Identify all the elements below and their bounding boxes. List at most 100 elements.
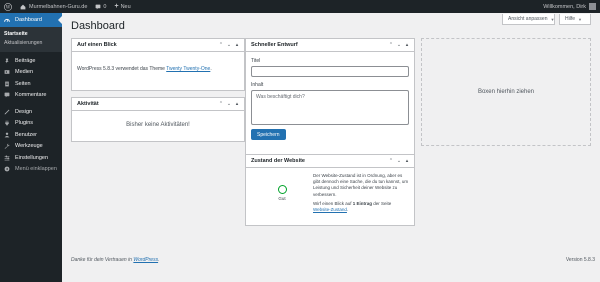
user-icon — [4, 132, 10, 138]
chevron-down-icon: ▼ — [578, 16, 582, 22]
widget-body: WordPress 5.8.3 verwendet das Theme Twen… — [72, 52, 244, 78]
plus-icon: + — [114, 3, 119, 10]
save-draft-button[interactable]: Speichern — [251, 129, 286, 140]
move-up-icon[interactable]: ⌃ — [217, 42, 225, 48]
dashboard-icon — [4, 17, 10, 23]
sidebar-item-beitraege[interactable]: Beiträge — [0, 55, 62, 67]
site-name-link[interactable]: Murmelbahnen-Guru.de — [16, 0, 91, 13]
move-down-icon[interactable]: ⌄ — [225, 101, 233, 107]
help-label: Hilfe — [565, 16, 576, 22]
sidebar-item-seiten[interactable]: Seiten — [0, 78, 62, 90]
widget-title: Auf einen Blick — [77, 42, 117, 48]
comment-icon — [95, 4, 101, 10]
content-textarea[interactable]: Was beschäftigt dich? — [251, 90, 409, 125]
avatar — [589, 3, 596, 10]
title-input[interactable] — [251, 66, 409, 77]
admin-bar: W Murmelbahnen-Guru.de 0 + Neu Willkomme… — [0, 0, 600, 13]
widget-controls: ⌃ ⌄ ▴ — [387, 42, 414, 48]
health-hint-mid: der Seite — [372, 200, 392, 206]
activity-widget: Aktivität ⌃ ⌄ ▴ Bisher keine Aktivitäten… — [71, 97, 245, 142]
widget-header: Aktivität ⌃ ⌄ ▴ — [72, 98, 244, 111]
collapse-menu-button[interactable]: Menü einklappen — [0, 164, 62, 176]
health-hint-suffix: . — [346, 207, 349, 213]
sidebar-item-einstellungen[interactable]: Einstellungen — [0, 152, 62, 164]
sidebar-item-label: Einstellungen — [15, 154, 49, 161]
drop-zone-label: Boxen hierhin ziehen — [477, 89, 535, 95]
widget-title: Aktivität — [77, 101, 99, 107]
screen-options-button[interactable]: Ansicht anpassen ▼ — [502, 14, 555, 25]
move-down-icon[interactable]: ⌄ — [395, 158, 403, 164]
plugin-icon — [4, 120, 10, 126]
footer-thanks-suffix: . — [158, 257, 160, 263]
my-account-link[interactable]: Willkommen, Dirk — [539, 0, 600, 13]
sidebar-item-plugins[interactable]: Plugins — [0, 118, 62, 130]
wordpress-link[interactable]: WordPress — [133, 257, 158, 263]
page-title: Dashboard — [71, 20, 125, 32]
health-hint: Wirf einen Blick auf 1 Eintrag der Seite… — [313, 201, 409, 213]
greeting: Willkommen, Dirk — [543, 3, 586, 10]
brush-icon — [4, 109, 10, 115]
sidebar-item-medien[interactable]: Medien — [0, 67, 62, 79]
collapse-icon — [4, 166, 10, 172]
move-down-icon[interactable]: ⌄ — [395, 42, 403, 48]
toggle-icon[interactable]: ▴ — [403, 158, 411, 164]
move-down-icon[interactable]: ⌄ — [225, 42, 233, 48]
screen-options-label: Ansicht anpassen — [508, 16, 548, 22]
site-name: Murmelbahnen-Guru.de — [29, 3, 88, 10]
site-health-link[interactable]: Website-Zustand — [313, 207, 347, 212]
widget-title: Schneller Entwurf — [251, 42, 298, 48]
comments-link[interactable]: 0 — [91, 0, 110, 13]
sidebar-item-label: Dashboard — [15, 17, 42, 23]
widget-title: Zustand der Website — [251, 158, 305, 164]
submenu-item-aktualisierungen[interactable]: Aktualisierungen — [0, 39, 62, 48]
media-icon — [4, 69, 10, 75]
sidebar-item-design[interactable]: Design — [0, 106, 62, 118]
footer-thanks-prefix: Danke für dein Vertrauen in — [71, 257, 134, 263]
drop-zone[interactable]: Boxen hierhin ziehen — [421, 38, 591, 146]
svg-text:W: W — [6, 5, 11, 10]
sidebar-item-kommentare[interactable]: Kommentare — [0, 90, 62, 102]
at-a-glance-widget: Auf einen Blick ⌃ ⌄ ▴ WordPress 5.8.3 ve… — [71, 38, 245, 91]
toggle-icon[interactable]: ▴ — [233, 101, 241, 107]
sidebar-item-label: Plugins — [15, 120, 34, 127]
sidebar-item-label: Seiten — [15, 80, 31, 87]
widget-controls: ⌃ ⌄ ▴ — [217, 101, 244, 107]
move-up-icon[interactable]: ⌃ — [387, 158, 395, 164]
sidebar-item-werkzeuge[interactable]: Werkzeuge — [0, 141, 62, 153]
widget-header: Zustand der Website ⌃ ⌄ ▴ — [246, 155, 414, 168]
comment-icon — [4, 92, 10, 98]
sidebar-item-benutzer[interactable]: Benutzer — [0, 129, 62, 141]
widget-controls: ⌃ ⌄ ▴ — [217, 42, 244, 48]
title-label: Titel — [251, 58, 261, 64]
toggle-icon[interactable]: ▴ — [403, 42, 411, 48]
widget-controls: ⌃ ⌄ ▴ — [387, 158, 414, 164]
move-up-icon[interactable]: ⌃ — [217, 101, 225, 107]
theme-link[interactable]: Twenty Twenty-One — [166, 66, 210, 72]
glance-text-suffix: . — [210, 66, 212, 72]
sidebar-item-label: Kommentare — [15, 92, 47, 99]
footer-version: Version 5.8.3 — [565, 257, 595, 263]
glance-text: WordPress 5.8.3 verwendet das Theme — [77, 66, 167, 72]
health-status-label: Gut — [278, 196, 286, 201]
wrench-icon — [4, 143, 10, 149]
submenu-item-startseite[interactable]: Startseite — [0, 30, 62, 39]
sidebar-item-dashboard[interactable]: Dashboard — [0, 13, 62, 27]
footer-thanks: Danke für dein Vertrauen in WordPress. — [71, 257, 159, 263]
help-button[interactable]: Hilfe ▼ — [559, 14, 591, 25]
sidebar-item-label: Design — [15, 108, 33, 115]
wordpress-logo-icon[interactable]: W — [0, 0, 16, 13]
new-content-link[interactable]: + Neu — [110, 0, 134, 13]
sidebar-item-label: Beiträge — [15, 57, 36, 64]
sidebar-item-label: Benutzer — [15, 131, 38, 138]
comments-count: 0 — [103, 3, 107, 10]
home-icon — [20, 4, 26, 10]
health-status: Gut — [251, 173, 313, 213]
widget-header: Schneller Entwurf ⌃ ⌄ ▴ — [246, 39, 414, 52]
pin-icon — [4, 58, 10, 64]
move-up-icon[interactable]: ⌃ — [387, 42, 395, 48]
toggle-icon[interactable]: ▴ — [233, 42, 241, 48]
chevron-down-icon: ▼ — [550, 16, 555, 22]
health-indicator-icon — [277, 185, 287, 194]
health-hint-count: 1 Eintrag — [352, 200, 373, 206]
settings-icon — [4, 155, 10, 161]
